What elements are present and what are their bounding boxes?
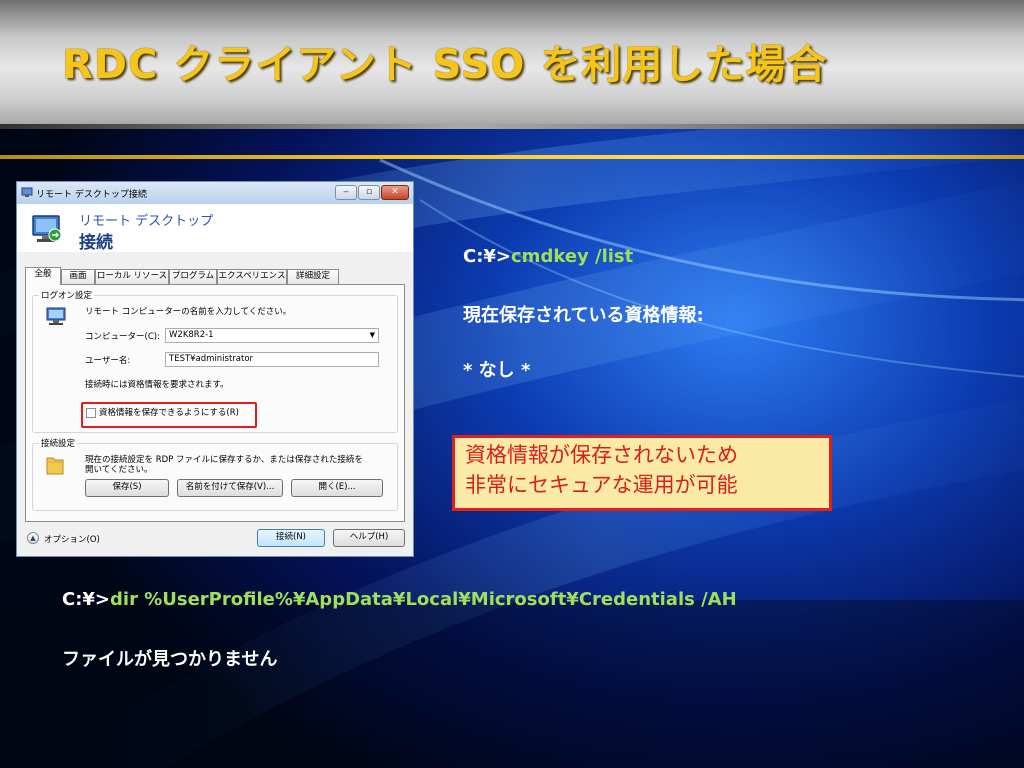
minimize-button[interactable]: ‒ <box>335 185 357 200</box>
cmdkey-prompt: C:¥> <box>463 246 512 267</box>
dir-command-line: C:¥>dir %UserProfile%¥AppData¥Local¥Micr… <box>62 589 737 610</box>
chevron-down-icon: ▼ <box>369 331 375 339</box>
credential-prompt-text: 接続時には資格情報を要求されます。 <box>85 380 229 390</box>
username-label: ユーザー名: <box>85 356 131 366</box>
tab-display[interactable]: 画面 <box>61 269 95 284</box>
connection-description-line2: 開いてください。 <box>85 465 153 475</box>
dir-prompt: C:¥> <box>62 589 111 610</box>
connection-settings-label: 接続設定 <box>39 437 78 449</box>
options-label[interactable]: オプション(O) <box>44 533 100 545</box>
callout-line1: 資格情報が保存されないため <box>465 443 738 467</box>
dir-command: dir %UserProfile%¥AppData¥Local¥Microsof… <box>110 589 737 610</box>
save-button[interactable]: 保存(S) <box>85 479 169 497</box>
dialog-title: リモート デスクトップ接続 <box>36 190 147 200</box>
cmdkey-output-header: 現在保存されている資格情報: <box>463 305 704 326</box>
tab-local-resources[interactable]: ローカル リソース <box>95 269 169 284</box>
connection-settings-group: 接続設定 現在の接続設定を RDP ファイルに保存するか、または保存された接続を… <box>32 437 398 511</box>
security-callout: 資格情報が保存されないため 非常にセキュアな運用が可能 <box>452 435 832 511</box>
dialog-header: リモート デスクトップ 接続 <box>17 204 413 253</box>
tab-programs[interactable]: プログラム <box>169 269 217 284</box>
help-button[interactable]: ヘルプ(H) <box>333 529 405 547</box>
tab-general[interactable]: 全般 <box>25 267 61 285</box>
title-divider-silver <box>0 124 1024 129</box>
save-credentials-highlight <box>81 402 257 428</box>
dialog-titlebar[interactable]: リモート デスクトップ接続 ‒ ▫ ✕ <box>17 182 413 204</box>
callout-line2: 非常にセキュアな運用が可能 <box>465 473 738 497</box>
header-title: 接続 <box>79 233 113 253</box>
close-button[interactable]: ✕ <box>381 185 409 200</box>
logon-instruction: リモート コンピューターの名前を入力してください。 <box>85 307 292 317</box>
save-as-button[interactable]: 名前を付けて保存(V)... <box>177 479 283 497</box>
computer-value: W2K8R2-1 <box>169 330 214 340</box>
slide-title: RDC クライアント SSO を利用した場合 <box>62 42 828 88</box>
dir-output: ファイルが見つかりません <box>62 649 278 670</box>
title-divider-gold <box>0 155 1024 159</box>
remote-desktop-dialog: リモート デスクトップ接続 ‒ ▫ ✕ リモート デスクトップ 接続 全般 画面… <box>16 181 414 557</box>
cmdkey-command: cmdkey /list <box>511 246 634 267</box>
header-subtitle: リモート デスクトップ <box>79 214 214 229</box>
computer-combobox[interactable]: W2K8R2-1 ▼ <box>165 328 379 343</box>
folder-icon <box>46 457 64 475</box>
remote-desktop-monitor-icon <box>32 215 62 242</box>
remote-desktop-icon <box>21 187 33 197</box>
tab-advanced[interactable]: 詳細設定 <box>287 269 339 284</box>
connect-button[interactable]: 接続(N) <box>257 529 325 547</box>
computer-icon <box>46 307 66 325</box>
chevron-up-icon: ▲ <box>27 532 39 544</box>
tab-experience[interactable]: エクスペリエンス <box>217 269 287 284</box>
logon-settings-label: ログオン設定 <box>39 289 95 301</box>
username-field[interactable]: TEST¥administrator <box>165 352 379 367</box>
cmdkey-output-none: * なし * <box>463 360 531 381</box>
computer-label: コンピューター(C): <box>85 332 160 342</box>
maximize-button[interactable]: ▫ <box>358 185 380 200</box>
open-button[interactable]: 開く(E)... <box>291 479 383 497</box>
cmdkey-command-line: C:¥>cmdkey /list <box>463 246 633 267</box>
